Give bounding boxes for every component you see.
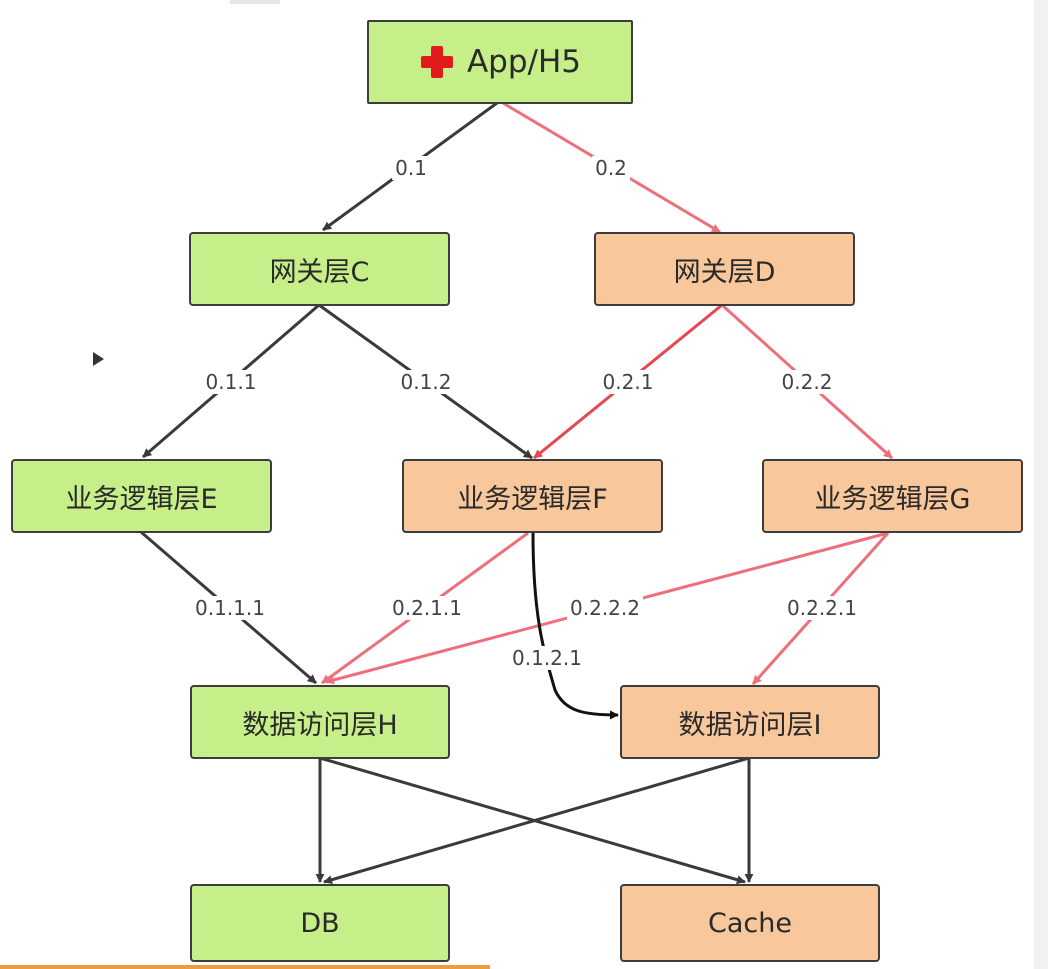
node-biz-g-label: 业务逻辑层G [814, 483, 971, 515]
edge-label-0-2-2-1: 0.2.2.1 [784, 596, 860, 620]
node-data-h-label: 数据访问层H [242, 709, 398, 741]
node-data-i-label: 数据访问层I [678, 709, 822, 741]
node-gateway-c-label: 网关层C [269, 256, 370, 288]
node-biz-f-label: 业务逻辑层F [457, 483, 608, 515]
edge-label-0-2: 0.2 [592, 156, 630, 180]
edge-label-0-1-1: 0.1.1 [202, 370, 260, 394]
node-biz-g[interactable]: 业务逻辑层G [762, 459, 1023, 533]
edge-label-0-2-2: 0.2.2 [778, 370, 836, 394]
edge-label-0-2-2-2: 0.2.2.2 [567, 596, 643, 620]
red-cross-icon [419, 44, 455, 80]
node-data-h[interactable]: 数据访问层H [190, 685, 450, 759]
edge-label-0-2-1-1: 0.2.1.1 [389, 596, 465, 620]
node-db[interactable]: DB [190, 884, 450, 962]
node-cache-label: Cache [708, 907, 792, 939]
node-cache[interactable]: Cache [620, 884, 880, 962]
node-app-h5-label: App/H5 [466, 44, 582, 80]
node-db-label: DB [300, 907, 340, 939]
node-gateway-d[interactable]: 网关层D [594, 232, 855, 306]
node-data-i[interactable]: 数据访问层I [620, 685, 880, 759]
node-biz-f[interactable]: 业务逻辑层F [402, 459, 663, 533]
edge-label-0-2-1: 0.2.1 [599, 370, 657, 394]
node-gateway-d-label: 网关层D [673, 256, 776, 288]
edge-label-0-1-2: 0.1.2 [397, 370, 455, 394]
node-biz-e[interactable]: 业务逻辑层E [11, 459, 272, 533]
node-gateway-c[interactable]: 网关层C [189, 232, 450, 306]
edge-label-0-1-1-1: 0.1.1.1 [192, 596, 268, 620]
node-app-h5[interactable]: App/H5 [367, 20, 633, 104]
edge-label-0-1-2-1: 0.1.2.1 [509, 646, 585, 670]
node-biz-e-label: 业务逻辑层E [65, 483, 218, 515]
edge-label-0-1: 0.1 [392, 156, 430, 180]
